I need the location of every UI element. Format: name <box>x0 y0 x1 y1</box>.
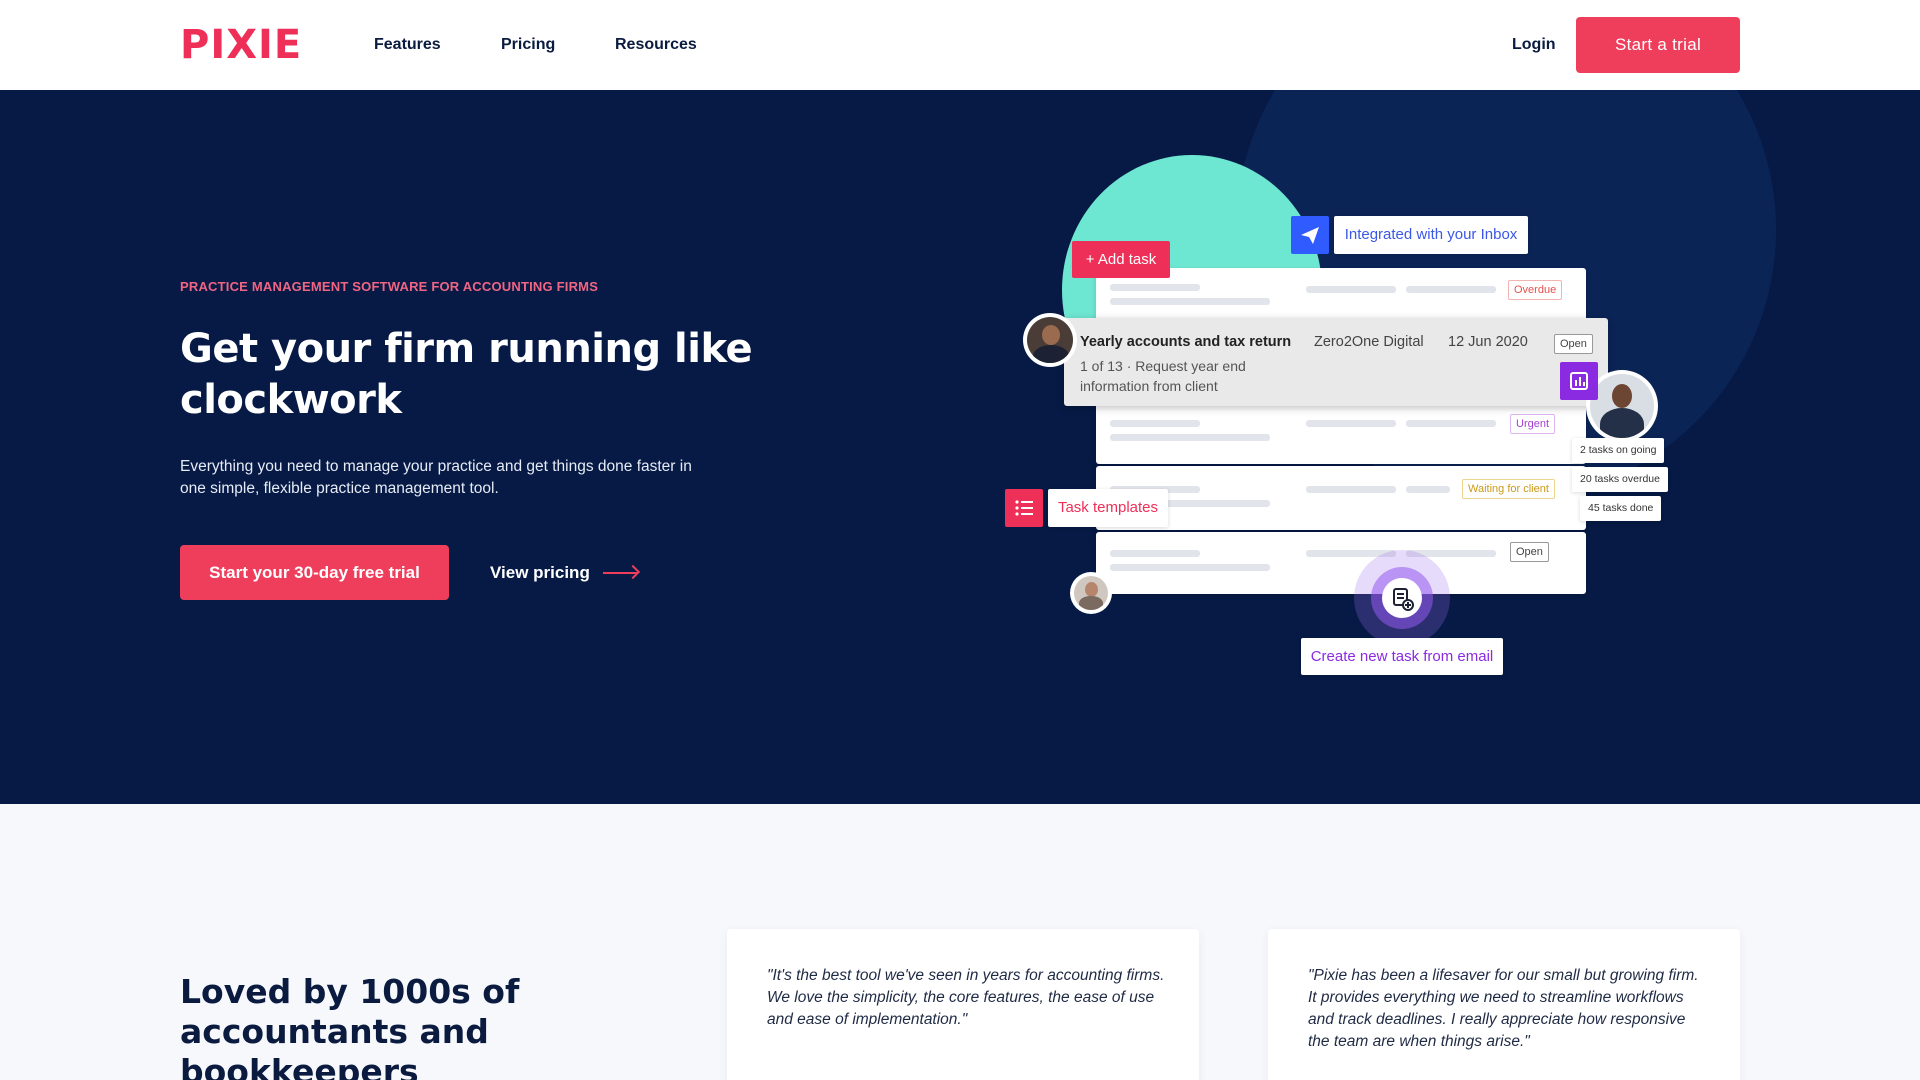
nav-link-resources[interactable]: Resources <box>615 34 697 56</box>
create-task-from-email-label: Create new task from email <box>1301 638 1503 675</box>
task-card-5: Open <box>1096 532 1586 594</box>
hero-eyebrow: PRACTICE MANAGEMENT SOFTWARE FOR ACCOUNT… <box>180 279 599 294</box>
hero-subtext: Everything you need to manage your pract… <box>180 458 692 497</box>
list-icon <box>1005 489 1043 527</box>
start-free-trial-button[interactable]: Start your 30-day free trial <box>180 545 449 600</box>
add-task-button[interactable]: + Add task <box>1072 241 1170 278</box>
nav-link-pricing[interactable]: Pricing <box>501 34 555 56</box>
top-navbar: PIXIE Features Pricing Resources Login S… <box>0 0 1920 90</box>
testimonial-quote-1: "It's the best tool we've seen in years … <box>767 967 1165 1028</box>
hero-headline: Get your firm running like clockwork <box>180 326 753 423</box>
stat-tasks-overdue: 20 tasks overdue <box>1572 467 1668 492</box>
pixie-logo[interactable]: PIXIE <box>180 24 302 66</box>
email-task-icon <box>1382 578 1422 618</box>
waiting-for-client-badge: Waiting for client <box>1462 479 1555 499</box>
arrow-head-icon <box>625 564 641 580</box>
task-title: Yearly accounts and tax return <box>1080 334 1292 350</box>
testimonial-card-2: "Pixie has been a lifesaver for our smal… <box>1268 929 1740 1080</box>
overdue-badge: Overdue <box>1508 280 1563 300</box>
task-date: 12 Jun 2020 <box>1448 334 1528 350</box>
send-icon <box>1291 216 1329 254</box>
start-trial-button[interactable]: Start a trial <box>1576 17 1740 73</box>
task-templates-label: Task templates <box>1048 489 1168 527</box>
highlighted-task-row[interactable]: Yearly accounts and tax return Zero2One … <box>1064 318 1608 406</box>
testimonials-heading: Loved by 1000s of accountants and bookke… <box>180 972 520 1080</box>
urgent-badge: Urgent <box>1510 414 1556 434</box>
avatar-man-glasses <box>1023 313 1077 367</box>
chart-icon <box>1560 362 1598 400</box>
stat-tasks-ongoing: 2 tasks on going <box>1572 438 1665 463</box>
task-client: Zero2One Digital <box>1314 334 1424 350</box>
task-subtitle: 1 of 13 · Request year end information f… <box>1080 358 1246 394</box>
view-pricing-link[interactable]: View pricing <box>490 562 590 584</box>
open-badge: Open <box>1554 334 1593 354</box>
avatar-woman <box>1070 572 1112 614</box>
nav-link-features[interactable]: Features <box>374 34 441 56</box>
task-card-4: Waiting for client <box>1096 466 1586 530</box>
testimonial-card-1: "It's the best tool we've seen in years … <box>727 929 1199 1080</box>
integrated-inbox-label: Integrated with your Inbox <box>1334 216 1528 254</box>
task-card-3: Urgent <box>1096 400 1586 464</box>
stat-tasks-done: 45 tasks done <box>1580 496 1662 521</box>
testimonial-quote-2: "Pixie has been a lifesaver for our smal… <box>1308 967 1699 1050</box>
open-badge-2: Open <box>1510 542 1549 562</box>
login-link[interactable]: Login <box>1512 34 1556 56</box>
